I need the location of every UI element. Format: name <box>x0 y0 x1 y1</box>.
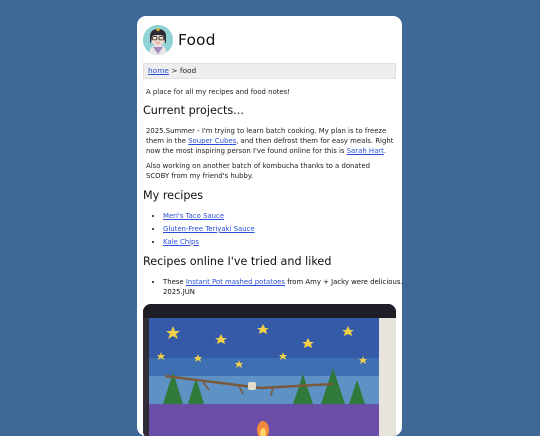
current-projects-heading: Current projects... <box>143 104 244 117</box>
list-item: Kale Chips <box>163 237 402 247</box>
paragraph-text: . <box>383 147 387 155</box>
intro-text: A place for all my recipes and food note… <box>146 88 290 96</box>
current-projects-paragraph: 2025.Summer - I'm trying to learn batch … <box>146 126 394 156</box>
my-recipes-list: Meri's Taco Sauce Gluten-Free Teriyaki S… <box>146 211 402 250</box>
breadcrumb-separator: > <box>171 66 178 75</box>
site-header: Food <box>143 25 216 55</box>
item-text: These <box>163 278 186 286</box>
my-recipes-heading: My recipes <box>143 189 204 202</box>
list-item: Meri's Taco Sauce <box>163 211 402 221</box>
page-card: Food home > food A place for all my reci… <box>137 16 402 436</box>
recipes-online-list: These Instant Pot mashed potatoes from A… <box>146 277 402 300</box>
souper-cubes-link[interactable]: Souper Cubes <box>188 137 236 145</box>
breadcrumb: home > food <box>143 63 396 79</box>
list-item: Gluten-Free Teriyaki Sauce <box>163 224 402 234</box>
list-item: These Instant Pot mashed potatoes from A… <box>163 277 402 297</box>
recipe-link[interactable]: Kale Chips <box>163 238 199 246</box>
avatar <box>143 25 173 55</box>
breadcrumb-home-link[interactable]: home <box>148 66 169 75</box>
recipe-link[interactable]: Meri's Taco Sauce <box>163 212 224 220</box>
recipes-online-heading: Recipes online I've tried and liked <box>143 255 332 268</box>
instant-pot-mashed-potatoes-link[interactable]: Instant Pot mashed potatoes <box>186 278 285 286</box>
watercolor-photo <box>143 304 396 436</box>
sarah-hart-link[interactable]: Sarah Hart <box>347 147 384 155</box>
site-title: Food <box>178 31 216 49</box>
kombucha-paragraph: Also working on another batch of kombuch… <box>146 162 370 180</box>
recipe-link[interactable]: Gluten-Free Teriyaki Sauce <box>163 225 255 233</box>
avatar-illustration-icon <box>143 25 173 55</box>
watercolor-painting-icon <box>143 304 396 436</box>
breadcrumb-current: food <box>179 66 197 75</box>
